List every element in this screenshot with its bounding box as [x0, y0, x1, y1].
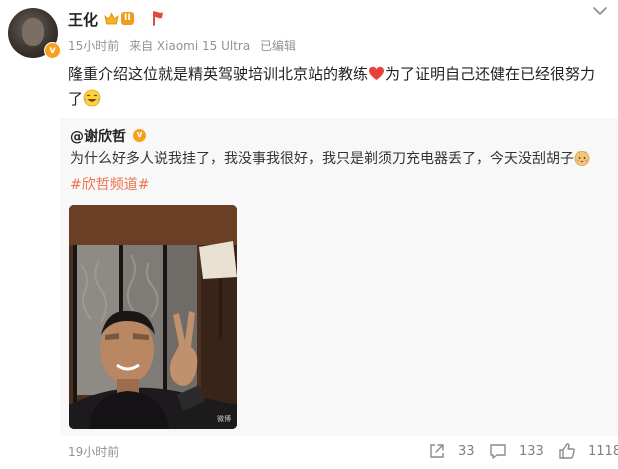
repost-author[interactable]: @谢欣哲 — [70, 126, 126, 146]
share-count: 33 — [458, 443, 475, 459]
post-meta: 15小时前 来自 Xiaomi 15 Ultra 已编辑 — [68, 37, 302, 54]
hashtag-link[interactable]: #欣哲频道# — [70, 174, 149, 194]
repost-photo[interactable]: 微博 — [69, 205, 237, 429]
like-icon — [559, 443, 575, 459]
post-source: 来自 Xiaomi 15 Ultra — [129, 39, 251, 53]
chevron-down-icon[interactable] — [592, 5, 608, 17]
heart-icon — [369, 66, 385, 80]
laugh-icon — [83, 89, 101, 107]
comment-count: 133 — [519, 443, 544, 459]
comment-button[interactable]: 133 — [489, 440, 544, 462]
photo-watermark: 微博 — [217, 415, 231, 423]
like-button[interactable]: 1118 — [558, 440, 618, 462]
like-count: 1118 — [588, 443, 618, 459]
share-icon — [430, 444, 444, 458]
weibo-post: v 王化 II 15小时前 来自 Xiaomi 15 Ultra 已编辑 隆重介… — [0, 0, 618, 469]
post-text-part1: 隆重介绍这位就是精英驾驶培训北京站的教练 — [68, 65, 369, 83]
edited-label[interactable]: 已编辑 — [260, 39, 296, 53]
verified-badge: v — [44, 42, 61, 59]
repost-text-body: 为什么好多人说我挂了，我没事我很好，我只是剃须刀充电器丢了，今天没刮胡子 — [70, 151, 574, 167]
avatar-face — [22, 18, 44, 46]
repost-time[interactable]: 19小时前 — [68, 443, 119, 460]
level-badge: II — [121, 12, 134, 25]
comment-icon — [490, 444, 506, 459]
brand-icon — [153, 11, 163, 26]
shy-icon — [574, 150, 590, 166]
share-button[interactable]: 33 — [428, 440, 475, 462]
photo-illustration — [69, 205, 237, 429]
crown-icon — [104, 12, 119, 25]
post-time[interactable]: 15小时前 — [68, 39, 119, 53]
username[interactable]: 王化 — [68, 9, 98, 30]
repost-text: 为什么好多人说我挂了，我没事我很好，我只是剃须刀充电器丢了，今天没刮胡子 — [70, 149, 590, 169]
post-text: 隆重介绍这位就是精英驾驶培训北京站的教练 为了证明自己还健在已经很努力了 — [68, 62, 608, 112]
repost-verified-badge: v — [133, 129, 146, 142]
